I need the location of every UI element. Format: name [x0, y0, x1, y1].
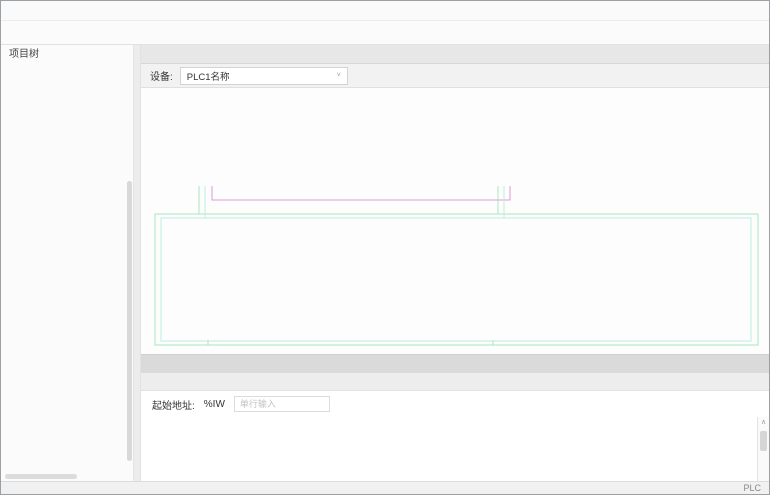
project-tree	[1, 60, 133, 481]
chevron-down-icon: ˅	[337, 72, 341, 79]
start-address-label: 起始地址:	[152, 397, 195, 412]
menu-bar	[1, 1, 769, 21]
address-prefix: %IW	[204, 399, 225, 410]
start-address-input[interactable]	[234, 396, 330, 412]
project-tree-panel: 项目树	[1, 45, 134, 481]
main-area: 设备: PLC1名称˅	[141, 45, 769, 481]
table-scrollbar[interactable]: ∧	[757, 417, 769, 481]
toolbar	[1, 21, 769, 45]
content-area: 项目树 设备: PLC1名称˅	[1, 45, 769, 481]
properties-tabs	[141, 373, 769, 391]
device-toolbar: 设备: PLC1名称˅	[141, 64, 769, 88]
channel-table-wrap: ∧	[141, 417, 769, 481]
panel-splitter[interactable]	[134, 45, 141, 481]
scroll-thumb[interactable]	[760, 431, 767, 451]
tree-vertical-scrollbar[interactable]	[127, 181, 132, 461]
project-tree-header: 项目树	[1, 45, 133, 60]
status-bar: PLC	[1, 481, 769, 494]
status-text: PLC	[743, 483, 761, 493]
scroll-up-icon[interactable]: ∧	[758, 417, 769, 429]
network-canvas[interactable]	[141, 88, 769, 354]
network-connection-lines	[141, 88, 769, 354]
device-select[interactable]: PLC1名称˅	[180, 67, 348, 85]
project-tree-title: 项目树	[9, 45, 39, 60]
device-label: 设备:	[150, 68, 173, 83]
properties-action-bar	[141, 355, 769, 373]
app-window: 项目树 设备: PLC1名称˅	[0, 0, 770, 495]
document-tab-bar	[141, 45, 769, 64]
tree-horizontal-scrollbar[interactable]	[5, 474, 77, 479]
properties-panel: 起始地址: %IW ∧	[141, 354, 769, 481]
window-controls	[761, 45, 769, 63]
start-address-row: 起始地址: %IW	[141, 391, 769, 417]
